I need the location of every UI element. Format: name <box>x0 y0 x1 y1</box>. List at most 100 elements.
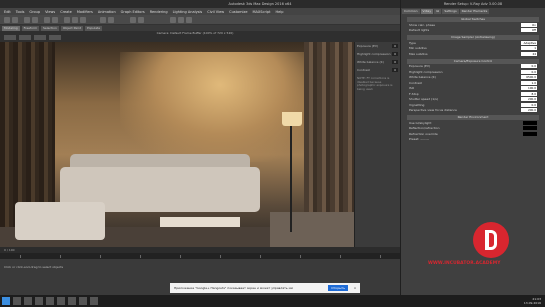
color-swatch[interactable] <box>523 126 537 131</box>
snap-icon[interactable] <box>100 17 106 23</box>
menu-item[interactable]: Modifiers <box>77 10 93 14</box>
setting-label: Shutter speed (1/s) <box>409 97 438 102</box>
select-object-icon[interactable] <box>44 17 50 23</box>
render-setup-title: Render Setup: V-Ray Adv 3.00.08 <box>401 0 545 8</box>
menu-item[interactable]: Civil View <box>207 10 224 14</box>
save-image-icon[interactable] <box>4 35 16 40</box>
screen-share-notification: Приложение "Google+ Hangouts" показывает… <box>170 283 360 293</box>
setting-value[interactable]: Adaptive <box>521 40 537 45</box>
setting-value[interactable]: 100.0 <box>521 86 537 91</box>
taskbar-app-icon[interactable] <box>79 297 87 305</box>
menu-item[interactable]: Tools <box>16 10 25 14</box>
setting-value[interactable]: 1 <box>521 46 537 51</box>
fb-value[interactable]: 0 <box>392 68 398 72</box>
taskbar-app-icon[interactable] <box>35 297 43 305</box>
taskbar-app-icon[interactable] <box>90 297 98 305</box>
setting-value[interactable]: 24 <box>521 51 537 56</box>
menu-item[interactable]: MAXScript <box>253 10 271 14</box>
fb-value[interactable]: 0 <box>392 60 398 64</box>
color-swatch[interactable] <box>523 120 537 125</box>
redo-icon[interactable] <box>12 17 18 23</box>
color-correction-icon[interactable] <box>34 35 46 40</box>
menu-item[interactable]: Graph Editors <box>121 10 145 14</box>
setting-value[interactable]: 200.0 <box>521 108 537 113</box>
setting-value[interactable]: 8.0 <box>521 91 537 96</box>
menu-item[interactable]: Rendering <box>150 10 168 14</box>
timeline-tick <box>300 255 301 258</box>
setting-label: Exposure (EV) <box>409 64 431 69</box>
setting-label: Min subdivs <box>409 46 427 51</box>
undo-icon[interactable] <box>4 17 10 23</box>
taskbar-app-icon[interactable] <box>24 297 32 305</box>
fb-value[interactable]: 0 <box>392 52 398 56</box>
menu-item[interactable]: Create <box>60 10 72 14</box>
setting-value[interactable]: 6500.0 <box>521 75 537 80</box>
tab-render-elements[interactable]: Render Elements <box>459 9 490 14</box>
setting-value[interactable]: 200.0 <box>521 97 537 102</box>
clock-date: 13.09.2016 <box>523 301 541 305</box>
setting-value[interactable]: 1.0 <box>521 80 537 85</box>
menu-item[interactable]: Help <box>275 10 283 14</box>
render-setup-icon[interactable] <box>178 17 184 23</box>
setting-label: White balance (K) <box>409 75 436 80</box>
color-swatch[interactable] <box>523 131 537 136</box>
notification-text: Приложение "Google+ Hangouts" показывает… <box>174 286 293 290</box>
taskbar-clock[interactable]: 21:03 13.09.2016 <box>524 297 541 305</box>
start-icon[interactable] <box>2 297 10 305</box>
tab-gi[interactable]: GI <box>434 9 442 14</box>
menu-item[interactable]: Lighting Analysis <box>173 10 203 14</box>
render-setup-panel: Render Setup: V-Ray Adv 3.00.08 Common V… <box>400 0 545 295</box>
move-icon[interactable] <box>64 17 70 23</box>
setting-value[interactable]: On <box>521 22 537 27</box>
taskbar-app-icon[interactable] <box>68 297 76 305</box>
setting-value[interactable]: 0.0 <box>521 69 537 74</box>
frame-buffer-panel: Exposure (EV) 0 Highlight compression 0 … <box>354 42 400 247</box>
tab-object-paint[interactable]: Object Paint <box>60 25 84 31</box>
menu-item[interactable]: Edit <box>4 10 11 14</box>
timeline-tick <box>340 255 341 258</box>
tab-freeform[interactable]: Freeform <box>21 25 40 31</box>
scale-icon[interactable] <box>80 17 86 23</box>
setting-label: Perspective view focus distance <box>409 108 457 113</box>
rotate-icon[interactable] <box>72 17 78 23</box>
render-icon[interactable] <box>186 17 192 23</box>
setting-label: Max subdivs <box>409 51 428 56</box>
tab-settings[interactable]: Settings <box>442 9 459 14</box>
render-viewport[interactable] <box>0 42 354 247</box>
setting-value[interactable]: 0.0 <box>521 102 537 107</box>
setting-value[interactable]: 0.0 <box>521 64 537 69</box>
menu-item[interactable]: Group <box>29 10 40 14</box>
select-link-icon[interactable] <box>24 17 30 23</box>
preset-select[interactable]: Preset: -------- <box>409 137 429 141</box>
notification-close-icon[interactable]: × <box>352 286 358 290</box>
menu-item[interactable]: Views <box>45 10 55 14</box>
unlink-icon[interactable] <box>32 17 38 23</box>
fb-label: White balance (K) <box>357 60 384 64</box>
taskbar-app-icon[interactable] <box>46 297 54 305</box>
tab-vray[interactable]: V-Ray <box>420 9 434 14</box>
setting-row: Default lights Off <box>401 28 545 34</box>
align-icon[interactable] <box>138 17 144 23</box>
timeline-tick <box>20 255 21 258</box>
fb-value[interactable]: 0 <box>392 44 398 48</box>
taskbar-app-icon[interactable] <box>57 297 65 305</box>
menu-item[interactable]: Animation <box>98 10 116 14</box>
tab-modeling[interactable]: Modeling <box>2 25 20 31</box>
render-region-icon[interactable] <box>49 35 61 40</box>
clear-image-icon[interactable] <box>19 35 31 40</box>
setting-label: Type <box>409 40 416 45</box>
notification-open-button[interactable]: Открыть <box>328 285 348 291</box>
mirror-icon[interactable] <box>130 17 136 23</box>
tab-common[interactable]: Common <box>402 9 420 14</box>
setting-label: Vignetting <box>409 102 425 107</box>
material-editor-icon[interactable] <box>170 17 176 23</box>
select-by-name-icon[interactable] <box>52 17 58 23</box>
taskbar-app-icon[interactable] <box>13 297 21 305</box>
angle-snap-icon[interactable] <box>108 17 114 23</box>
tab-selection[interactable]: Selection <box>41 25 59 31</box>
chaise-lounge <box>15 202 105 240</box>
taskbar: 21:03 13.09.2016 <box>0 295 545 307</box>
menu-item[interactable]: Customize <box>229 10 247 14</box>
tab-populate[interactable]: Populate <box>85 25 103 31</box>
setting-value[interactable]: Off <box>521 28 537 33</box>
